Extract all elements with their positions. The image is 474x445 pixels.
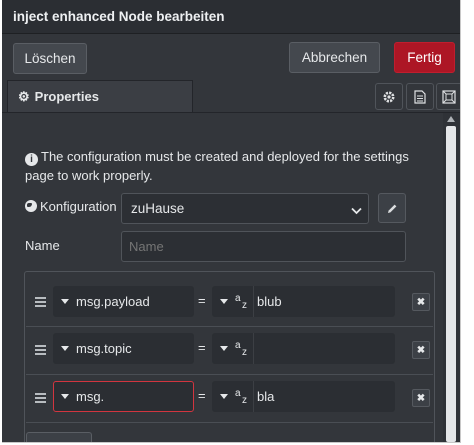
dialog-titlebar: inject enhanced Node bearbeiten bbox=[2, 0, 460, 34]
config-select[interactable]: zuHause bbox=[121, 193, 369, 224]
caret-down-icon bbox=[61, 394, 69, 399]
tab-properties-label: Properties bbox=[34, 89, 99, 104]
caret-down-icon bbox=[220, 394, 228, 399]
operator-label: = bbox=[198, 388, 206, 403]
gear-icon bbox=[383, 91, 395, 102]
property-value: blub bbox=[257, 294, 282, 309]
info-message: i The configuration must be created and d… bbox=[25, 147, 425, 185]
scrollbar-thumb[interactable] bbox=[446, 126, 456, 442]
separator bbox=[253, 381, 254, 412]
tab-appearance[interactable] bbox=[436, 83, 460, 110]
drag-handle-icon[interactable] bbox=[35, 393, 46, 403]
value-field[interactable]: az blub bbox=[212, 286, 395, 317]
property-row: msg. = az bla ✖ bbox=[26, 374, 433, 423]
value-field[interactable]: az bbox=[212, 333, 395, 364]
operator-label: = bbox=[198, 340, 206, 355]
string-type-icon: az bbox=[235, 387, 247, 406]
scroll-up-arrow-icon[interactable] bbox=[447, 116, 455, 122]
caret-down-icon bbox=[61, 346, 69, 351]
edit-dialog: inject enhanced Node bearbeiten Löschen … bbox=[2, 0, 461, 443]
frame-icon bbox=[441, 89, 456, 104]
cancel-button[interactable]: Abbrechen bbox=[289, 42, 380, 73]
caret-down-icon bbox=[220, 346, 228, 351]
name-input[interactable] bbox=[121, 231, 406, 262]
string-type-icon: az bbox=[235, 292, 247, 311]
globe-icon bbox=[25, 200, 37, 212]
value-field[interactable]: az bla bbox=[212, 381, 395, 412]
caret-down-icon bbox=[220, 299, 228, 304]
caret-down-icon bbox=[61, 299, 69, 304]
separator bbox=[253, 286, 254, 317]
property-value: bla bbox=[257, 389, 275, 404]
remove-row-button[interactable]: ✖ bbox=[412, 293, 430, 311]
remove-row-button[interactable]: ✖ bbox=[412, 389, 430, 407]
dialog-title: inject enhanced Node bearbeiten bbox=[13, 9, 225, 24]
tab-bar: ⚙ Properties bbox=[2, 80, 460, 113]
tab-settings-gear[interactable] bbox=[375, 83, 403, 110]
close-icon: ✖ bbox=[416, 296, 426, 308]
properties-pane: i The configuration must be created and d… bbox=[2, 113, 443, 442]
config-label-row: Konfiguration bbox=[25, 199, 117, 214]
gear-icon: ⚙ bbox=[18, 88, 30, 104]
info-icon: i bbox=[25, 153, 38, 166]
remove-row-button[interactable]: ✖ bbox=[412, 341, 430, 359]
delete-button[interactable]: Löschen bbox=[13, 43, 87, 74]
property-field[interactable]: msg.topic bbox=[53, 333, 194, 364]
string-type-icon: az bbox=[235, 339, 247, 358]
add-property-button[interactable] bbox=[26, 432, 92, 442]
info-text: The configuration must be created and de… bbox=[25, 149, 409, 183]
property-field-invalid[interactable]: msg. bbox=[53, 381, 194, 412]
edit-config-button[interactable] bbox=[378, 193, 406, 223]
property-row: msg.topic = az ✖ bbox=[26, 326, 433, 375]
property-name: msg.payload bbox=[76, 294, 150, 309]
name-label: Name bbox=[25, 238, 60, 253]
done-button[interactable]: Fertig bbox=[394, 42, 455, 73]
close-icon: ✖ bbox=[416, 392, 426, 404]
tab-properties[interactable]: ⚙ Properties bbox=[7, 80, 193, 112]
config-select-value: zuHause bbox=[131, 201, 185, 216]
tab-description[interactable] bbox=[406, 83, 434, 110]
drag-handle-icon[interactable] bbox=[35, 345, 46, 355]
chevron-down-icon bbox=[351, 203, 362, 218]
operator-label: = bbox=[198, 293, 206, 308]
property-name: msg.topic bbox=[76, 341, 132, 356]
property-row: msg.payload = az blub ✖ bbox=[26, 278, 433, 327]
document-icon bbox=[414, 89, 426, 104]
config-label: Konfiguration bbox=[40, 199, 117, 214]
pencil-icon bbox=[387, 204, 396, 213]
drag-handle-icon[interactable] bbox=[35, 297, 46, 307]
close-icon: ✖ bbox=[416, 344, 426, 356]
scrollbar[interactable] bbox=[443, 113, 460, 442]
property-name: msg. bbox=[76, 389, 105, 404]
separator bbox=[253, 333, 254, 364]
property-field[interactable]: msg.payload bbox=[53, 286, 194, 317]
property-list: msg.payload = az blub ✖ msg.topic = a z … bbox=[24, 271, 435, 442]
